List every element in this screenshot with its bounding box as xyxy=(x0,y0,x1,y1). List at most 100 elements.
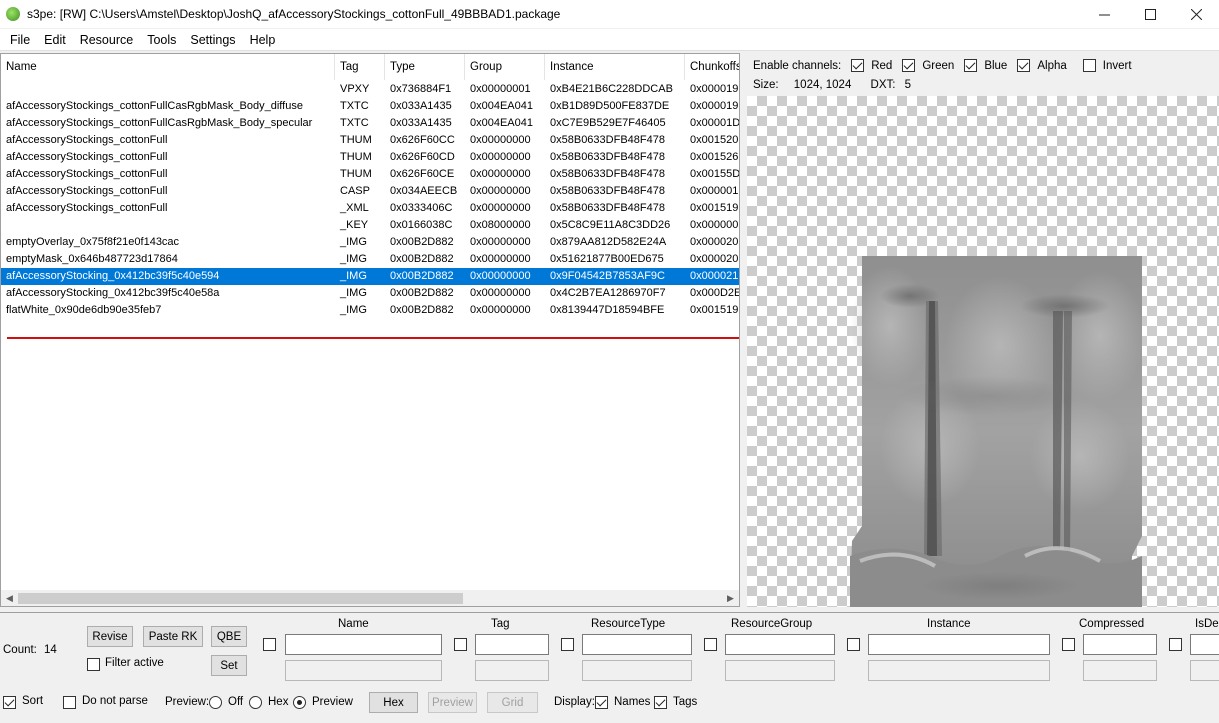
table-row[interactable]: flatWhite_0x90de6db90e35feb7 _IMG 0x00B2D8… xyxy=(1,302,739,319)
table-row[interactable]: afAccessoryStockings_cottonFull THUM 0x626… xyxy=(1,132,739,149)
table-row[interactable]: afAccessoryStockings_cottonFull _XML 0x033… xyxy=(1,200,739,217)
column-header-name[interactable]: Name xyxy=(1,54,335,80)
cell-instance: 0x58B0633DFB48F478 xyxy=(550,185,665,197)
cell-group: 0x00000000 xyxy=(470,304,531,316)
filter-name-checkbox[interactable] xyxy=(263,637,276,652)
menu-tools[interactable]: Tools xyxy=(140,30,183,50)
filter-tag-checkbox[interactable] xyxy=(454,637,467,652)
cell-name: afAccessoryStocking_0x412bc39f5c40e594 xyxy=(6,270,220,282)
table-row[interactable]: afAccessoryStockings_cottonFull THUM 0x626… xyxy=(1,149,739,166)
green-checkbox[interactable] xyxy=(902,59,916,72)
filter-name-input[interactable] xyxy=(285,634,442,655)
channel-blue[interactable]: Blue xyxy=(964,59,1007,72)
cell-tag: _IMG xyxy=(340,304,367,316)
column-header-group[interactable]: Group xyxy=(465,54,545,80)
sort-option[interactable] xyxy=(3,695,16,710)
channel-alpha[interactable]: Alpha xyxy=(1017,59,1067,72)
invert-checkbox[interactable] xyxy=(1082,59,1096,72)
menu-file[interactable]: File xyxy=(3,30,37,50)
do-not-parse-checkbox[interactable] xyxy=(63,696,76,710)
filter-resourcegroup-checkbox[interactable] xyxy=(704,637,717,652)
scroll-track[interactable] xyxy=(18,590,722,606)
filter-resourcetype-checkbox[interactable] xyxy=(561,637,574,652)
alpha-checkbox[interactable] xyxy=(1017,59,1031,72)
preview-off-radio[interactable] xyxy=(209,695,222,710)
channel-red[interactable]: Red xyxy=(851,59,892,72)
paste-rk-button[interactable]: Paste RK xyxy=(143,626,203,647)
do-not-parse-label: Do not parse xyxy=(82,695,148,707)
maximize-button[interactable] xyxy=(1127,0,1173,28)
cell-instance: 0x8139447D18594BFE xyxy=(550,304,665,316)
channel-invert[interactable]: Invert xyxy=(1082,59,1132,72)
cell-tag: _IMG xyxy=(340,236,367,248)
cell-tag: _IMG xyxy=(340,253,367,265)
red-checkbox[interactable] xyxy=(851,59,865,72)
hex-button[interactable]: Hex xyxy=(369,692,418,713)
preview-preview-radio[interactable] xyxy=(293,695,306,710)
filter-active-checkbox[interactable] xyxy=(87,658,100,672)
menu-help[interactable]: Help xyxy=(243,30,283,50)
horizontal-scrollbar[interactable]: ◀ ▶ xyxy=(1,590,739,606)
scroll-thumb[interactable] xyxy=(18,593,463,604)
filter-resourcetype-input[interactable] xyxy=(582,634,692,655)
cell-group: 0x00000000 xyxy=(470,151,531,163)
filter-tag-input[interactable] xyxy=(475,634,549,655)
cell-tag: THUM xyxy=(340,151,372,163)
column-header-instance[interactable]: Instance xyxy=(545,54,685,80)
column-header-type[interactable]: Type xyxy=(385,54,465,80)
table-row[interactable]: afAccessoryStockings_cottonFullCasRgbMas… xyxy=(1,98,739,115)
set-button[interactable]: Set xyxy=(211,655,247,676)
filter-instance-input[interactable] xyxy=(868,634,1050,655)
filter-isdeleted-input[interactable] xyxy=(1190,634,1219,655)
close-button[interactable] xyxy=(1173,0,1219,28)
table-row[interactable]: afAccessoryStocking_0x412bc39f5c40e58a _I… xyxy=(1,285,739,302)
preview-button[interactable]: Preview xyxy=(428,692,477,713)
preview-hex-radio[interactable] xyxy=(249,695,262,710)
names-option[interactable] xyxy=(595,695,608,710)
table-row[interactable]: emptyOverlay_0x75f8f21e0f143cac _IMG 0x00B… xyxy=(1,234,739,251)
table-row[interactable]: afAccessoryStockings_cottonFullCasRgbMas… xyxy=(1,115,740,132)
tags-checkbox[interactable] xyxy=(654,696,667,710)
filter-isdeleted-checkbox[interactable] xyxy=(1169,637,1182,652)
resource-list[interactable]: Name Tag Type Group Instance Chunkoffs V… xyxy=(0,53,740,607)
menu-edit[interactable]: Edit xyxy=(37,30,73,50)
blue-checkbox[interactable] xyxy=(964,59,978,72)
table-row[interactable]: emptyMask_0x646b487723d17864 _IMG 0x00B2D8… xyxy=(1,251,739,268)
revise-button[interactable]: Revise xyxy=(87,626,133,647)
table-row[interactable]: VPXY 0x736884F1 0x00000001 0xB4E21B6C228DDC… xyxy=(1,81,739,98)
menu-resource[interactable]: Resource xyxy=(73,30,141,50)
cell-group: 0x00000000 xyxy=(470,236,531,248)
cell-chunk: 0x00001D xyxy=(690,117,740,129)
preview-label: Preview: xyxy=(165,696,210,708)
column-header-tag[interactable]: Tag xyxy=(335,54,385,80)
menu-settings[interactable]: Settings xyxy=(183,30,242,50)
table-row[interactable]: afAccessoryStockings_cottonFull THUM 0x626… xyxy=(1,166,739,183)
table-row[interactable]: afAccessoryStockings_cottonFull CASP 0x034… xyxy=(1,183,739,200)
cell-name: afAccessoryStockings_cottonFull xyxy=(6,134,168,146)
table-row[interactable]: _KEY 0x0166038C 0x08000000 0x5C8C9E11A8C3DD… xyxy=(1,217,739,234)
qbe-button[interactable]: QBE xyxy=(211,626,247,647)
tags-option[interactable] xyxy=(654,695,667,710)
sort-checkbox[interactable] xyxy=(3,696,16,710)
table-row[interactable]: afAccessoryStocking_0x412bc39f5c40e594 _I… xyxy=(1,268,739,285)
filter-active-option[interactable] xyxy=(87,657,100,672)
highlight-underline xyxy=(7,337,739,339)
filter-compressed-checkbox[interactable] xyxy=(1062,637,1075,652)
filter-instance-checkbox[interactable] xyxy=(847,637,860,652)
scroll-right-icon[interactable]: ▶ xyxy=(722,590,739,606)
filter-compressed-value xyxy=(1083,660,1157,681)
column-header-chunkoffset[interactable]: Chunkoffs xyxy=(685,54,739,80)
names-checkbox[interactable] xyxy=(595,696,608,710)
cell-chunk: 0x000020 xyxy=(690,236,739,248)
scroll-left-icon[interactable]: ◀ xyxy=(1,590,18,606)
cell-chunk: 0x001519 xyxy=(690,304,739,316)
count-value: 14 xyxy=(44,644,57,656)
do-not-parse-option[interactable] xyxy=(63,695,76,710)
filter-resourcegroup-input[interactable] xyxy=(725,634,835,655)
list-rows: VPXY 0x736884F1 0x00000001 0xB4E21B6C228DDC… xyxy=(1,81,740,319)
cell-name: afAccessoryStockings_cottonFull xyxy=(6,151,168,163)
grid-button[interactable]: Grid xyxy=(487,692,538,713)
minimize-button[interactable] xyxy=(1081,0,1127,28)
filter-compressed-input[interactable] xyxy=(1083,634,1157,655)
channel-green[interactable]: Green xyxy=(902,59,954,72)
